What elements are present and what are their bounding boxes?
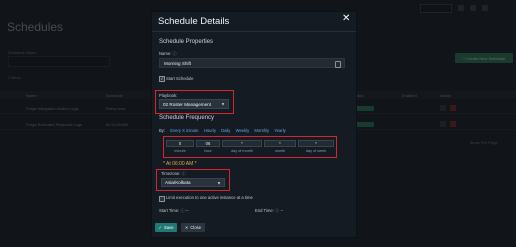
chevron-down-icon: ▼ (221, 101, 225, 107)
end-time-value[interactable]: -- (280, 208, 283, 213)
frequency-option[interactable]: Hourly (204, 128, 216, 133)
cron-month-input[interactable]: * (264, 140, 296, 147)
cron-minute-input[interactable]: 0 (166, 140, 194, 147)
cron-minute-label: minute (174, 149, 186, 153)
info-icon: ⓘ (180, 208, 185, 213)
frequency-option[interactable]: Monthly (254, 128, 269, 133)
start-time-label: Start Time: ⓘ -- (159, 208, 189, 214)
save-button-label: Save (163, 225, 174, 230)
cron-day-of-month-input[interactable]: * (222, 140, 262, 147)
cron-day-of-week-label: day of week (305, 149, 327, 153)
limit-execution-label: Limit execution to one active instance a… (166, 195, 253, 200)
clipboard-icon[interactable] (335, 61, 341, 68)
start-schedule-checkbox[interactable]: ✓ (159, 76, 165, 82)
save-button[interactable]: ✓ Save (155, 223, 177, 232)
close-button[interactable]: ✕ Close (181, 223, 205, 232)
end-time-label-text: End Time: (255, 208, 274, 213)
cron-hour-label: hour (204, 149, 212, 153)
section-title-frequency: Schedule Frequency (159, 115, 215, 121)
limit-execution-checkbox[interactable] (159, 196, 165, 202)
section-title-properties: Schedule Properties (159, 39, 214, 45)
name-label: Name: ⓘ (159, 51, 177, 57)
close-icon[interactable]: ✕ (342, 13, 350, 24)
cron-day-of-week-input[interactable]: * (298, 140, 334, 147)
close-button-label: Close (190, 225, 202, 230)
start-time-label-text: Start Time: (159, 208, 180, 213)
cron-day-of-month-label: day of month (231, 149, 253, 153)
info-icon: ⓘ (181, 171, 186, 176)
frequency-options: By: Every X minute Hourly Daily Weekly M… (159, 128, 286, 133)
cron-month-label: month (274, 149, 286, 153)
timezone-select[interactable]: Asia/Kolkata ▼ (161, 178, 225, 187)
name-input-value: Morning Shift (164, 60, 192, 66)
frequency-option[interactable]: Every X minute (170, 128, 198, 133)
frequency-option[interactable]: Yearly (274, 128, 286, 133)
end-time-label: End Time: ⓘ -- (255, 208, 283, 214)
check-icon: ✓ (158, 225, 162, 230)
name-input[interactable]: Morning Shift (159, 58, 345, 68)
chevron-down-icon: ▼ (217, 180, 221, 185)
timezone-label-text: Timezone: (161, 171, 181, 176)
modal-title: Schedule Details (158, 16, 230, 27)
cron-summary-text: * At 06:00 AM * (163, 161, 197, 167)
info-icon: ⓘ (275, 208, 280, 213)
close-icon: ✕ (184, 225, 189, 230)
timezone-select-value: Asia/Kolkata (165, 180, 191, 185)
frequency-option[interactable]: Weekly (236, 128, 250, 133)
cron-hour-input[interactable]: 06 (196, 140, 220, 147)
playbook-label: Playbook: (159, 93, 178, 98)
frequency-option[interactable]: Daily (221, 128, 230, 133)
playbook-select-value: 02 Roster Management (163, 101, 212, 107)
start-time-value[interactable]: -- (186, 208, 189, 213)
name-label-text: Name: (159, 51, 172, 56)
schedule-details-modal: Schedule Details ✕ Schedule Properties N… (151, 11, 357, 238)
playbook-select[interactable]: 02 Roster Management ▼ (159, 99, 229, 109)
info-icon: ⓘ (172, 51, 177, 56)
timezone-label: Timezone: ⓘ (161, 171, 186, 177)
divider (152, 31, 356, 32)
start-schedule-label: Start Schedule (166, 76, 194, 81)
by-label: By: (159, 128, 166, 133)
